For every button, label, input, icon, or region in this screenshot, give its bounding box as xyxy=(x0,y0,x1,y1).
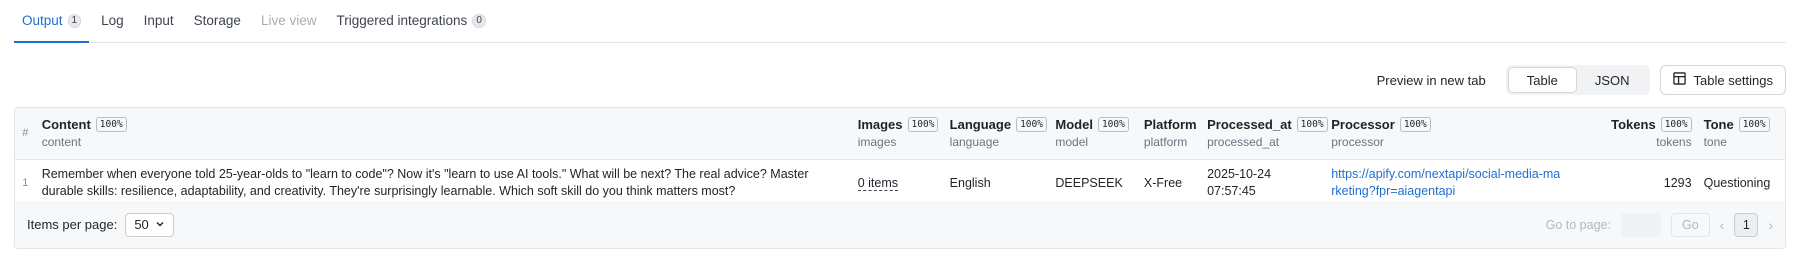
go-to-page-label: Go to page: xyxy=(1545,217,1611,232)
cell-processor: https://apify.com/nextapi/social-media-m… xyxy=(1325,159,1569,207)
column-header-tone[interactable]: Tone 100% tone xyxy=(1698,108,1785,159)
dataset-table: # Content 100% content Images 100% images … xyxy=(14,107,1786,249)
tab-bar: Output 1 Log Input Storage Live view Tri… xyxy=(14,0,1786,43)
column-label: Content xyxy=(41,117,91,133)
column-label: Platform xyxy=(1143,117,1197,133)
column-header-content[interactable]: Content 100% content xyxy=(36,108,852,159)
view-json-button[interactable]: JSON xyxy=(1577,67,1648,93)
column-label: Images xyxy=(857,117,903,133)
cell-images: 0 items xyxy=(852,159,944,207)
index-header: # xyxy=(22,127,29,140)
images-items-link[interactable]: 0 items xyxy=(857,175,899,191)
tab-storage[interactable]: Storage xyxy=(186,0,249,42)
tab-output[interactable]: Output 1 xyxy=(14,0,90,43)
cell-language: English xyxy=(949,175,991,190)
column-field-name: content xyxy=(41,135,82,150)
tab-storage-label: Storage xyxy=(193,13,241,28)
fill-rate-badge: 100% xyxy=(907,117,939,133)
column-field-name: images xyxy=(857,135,897,150)
tab-triggered-integrations-badge: 0 xyxy=(472,13,486,28)
go-to-page-input[interactable] xyxy=(1620,212,1661,237)
tab-input[interactable]: Input xyxy=(136,0,182,42)
current-page-button[interactable]: 1 xyxy=(1734,212,1759,237)
preview-in-new-tab-link[interactable]: Preview in new tab xyxy=(1377,73,1486,88)
cell-tone: Questioning xyxy=(1703,175,1771,190)
table-settings-button[interactable]: Table settings xyxy=(1659,65,1786,95)
fill-rate-badge: 100% xyxy=(1097,117,1129,133)
view-table-button[interactable]: Table xyxy=(1507,67,1577,93)
column-label: Tokens xyxy=(1611,117,1656,133)
table-footer: Items per page: 50 Go to page: Go ‹ 1 › xyxy=(15,201,1785,248)
tab-output-label: Output xyxy=(22,13,63,28)
column-header-processor[interactable]: Processor 100% processor xyxy=(1325,108,1569,159)
column-field-name: processed_at xyxy=(1207,135,1280,150)
row-index: 1 xyxy=(22,176,29,189)
cell-model: DEEPSEEK xyxy=(1055,175,1123,190)
column-header-language[interactable]: Language 100% language xyxy=(944,108,1050,159)
column-field-name: tokens xyxy=(1656,135,1692,150)
fill-rate-badge: 100% xyxy=(1738,117,1770,133)
column-field-name: model xyxy=(1055,135,1089,150)
column-header-tokens[interactable]: Tokens 100% tokens xyxy=(1569,108,1698,159)
chevron-down-icon xyxy=(155,217,165,232)
tab-log-label: Log xyxy=(101,13,124,28)
tab-triggered-integrations[interactable]: Triggered integrations 0 xyxy=(328,0,493,42)
fill-rate-badge: 100% xyxy=(1399,117,1431,133)
fill-rate-badge: 100% xyxy=(1296,117,1328,133)
column-header-processed-at[interactable]: Processed_at 100% processed_at xyxy=(1201,108,1328,159)
cell-tokens: 1293 xyxy=(1663,175,1692,190)
tab-triggered-integrations-label: Triggered integrations xyxy=(336,13,468,28)
fill-rate-badge: 100% xyxy=(1660,117,1692,133)
processor-link[interactable]: https://apify.com/nextapi/social-media-m… xyxy=(1331,167,1560,198)
column-field-name: platform xyxy=(1143,135,1188,150)
column-label: Model xyxy=(1055,117,1093,133)
items-per-page-label: Items per page: xyxy=(27,217,118,232)
table-row: 1 Remember when everyone told 25-year-ol… xyxy=(15,159,1785,207)
items-per-page-select[interactable]: 50 xyxy=(125,212,174,237)
column-label: Processor xyxy=(1331,117,1395,133)
fill-rate-badge: 100% xyxy=(1016,117,1047,133)
cell-content: Remember when everyone told 25-year-olds… xyxy=(41,167,809,198)
fill-rate-badge: 100% xyxy=(95,117,127,133)
column-header-platform[interactable]: Platform platform xyxy=(1138,108,1201,159)
column-header-images[interactable]: Images 100% images xyxy=(852,108,944,159)
column-label: Language xyxy=(949,117,1012,133)
pagination: Go to page: Go ‹ 1 › xyxy=(1545,212,1773,237)
previous-page-icon[interactable]: ‹ xyxy=(1720,217,1725,233)
table-settings-icon xyxy=(1672,72,1686,88)
table-header-row: # Content 100% content Images 100% images … xyxy=(15,108,1785,159)
next-page-icon[interactable]: › xyxy=(1768,217,1773,233)
column-field-name: processor xyxy=(1331,135,1384,150)
tab-input-label: Input xyxy=(143,13,174,28)
tab-live-view-label: Live view xyxy=(260,13,317,28)
tab-output-badge: 1 xyxy=(67,13,82,28)
column-field-name: tone xyxy=(1703,135,1727,150)
go-button[interactable]: Go xyxy=(1670,212,1710,237)
column-label: Tone xyxy=(1703,117,1734,133)
column-label: Processed_at xyxy=(1207,117,1292,133)
cell-platform: X-Free xyxy=(1143,175,1183,190)
cell-processed-at: 2025-10-24 07:57:45 xyxy=(1207,167,1272,198)
tab-log[interactable]: Log xyxy=(93,0,132,42)
column-header-model[interactable]: Model 100% model xyxy=(1049,108,1138,159)
column-field-name: language xyxy=(949,135,1000,150)
tab-live-view: Live view xyxy=(253,0,325,42)
items-per-page-value: 50 xyxy=(134,217,149,232)
view-toggle: Table JSON xyxy=(1505,65,1650,95)
output-toolbar: Preview in new tab Table JSON Table sett… xyxy=(1377,65,1786,95)
table-settings-label: Table settings xyxy=(1693,72,1774,88)
